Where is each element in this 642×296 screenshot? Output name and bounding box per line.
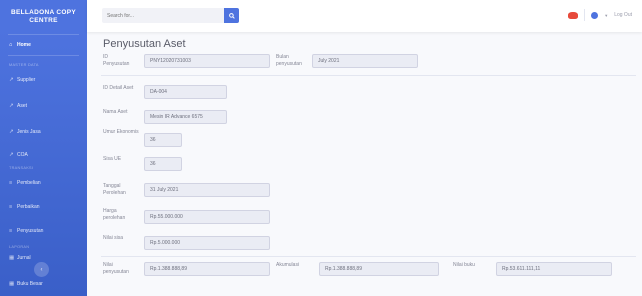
harga-perolehan-label: Harga perolehan: [103, 208, 126, 221]
akumulasi-label: Akumulasi: [276, 262, 300, 268]
notification-icon[interactable]: [568, 11, 579, 19]
section-divider: [101, 75, 636, 76]
sidebar-item-aset[interactable]: ↗ Aset: [0, 95, 87, 117]
harga-perolehan-field[interactable]: Rp.55.000.000: [144, 210, 270, 224]
sidebar-item-label: COA: [17, 152, 28, 158]
id-detail-aset-field[interactable]: DA-004: [144, 85, 227, 99]
sidebar-item-pembelian[interactable]: ≡ Pembelian: [0, 172, 87, 194]
sidebar-heading-master: MASTER DATA: [9, 62, 39, 67]
main-content: Penyusutan Aset ID Penyusutan PNY1202073…: [87, 32, 642, 296]
nilai-buku-label: Nilai buku: [453, 262, 475, 268]
list-icon: ≡: [9, 228, 13, 234]
sisa-ue-label: Sisa UE: [103, 156, 122, 162]
brand-title[interactable]: BELLADONA COPY CENTRE: [0, 0, 87, 34]
sidebar-item-label: Jenis Jasa: [17, 129, 41, 135]
sidebar-toggle-button[interactable]: ‹: [34, 262, 49, 277]
wrench-icon: ↗: [9, 77, 14, 83]
umur-ekonomis-field[interactable]: 36: [144, 133, 182, 147]
tanggal-perolehan-field[interactable]: 31 July 2021: [144, 183, 270, 197]
sidebar-divider: [8, 55, 79, 56]
sidebar-item-label: Supplier: [17, 77, 36, 83]
page-title: Penyusutan Aset: [103, 38, 186, 50]
table-icon: ▦: [9, 255, 15, 261]
section-divider: [101, 256, 636, 257]
sidebar-item-home[interactable]: ⌂ Home: [0, 35, 87, 55]
topbar-divider: [584, 9, 586, 21]
table-icon: ▦: [9, 281, 15, 287]
search-button[interactable]: [224, 8, 239, 23]
topbar-user-area: ▼ Log Out: [568, 9, 632, 21]
sidebar-item-label: Buku Besar: [17, 281, 43, 287]
list-icon: ≡: [9, 180, 13, 186]
sidebar: BELLADONA COPY CENTRE ⌂ Home MASTER DATA…: [0, 0, 87, 296]
chevron-left-icon: ‹: [40, 266, 43, 273]
list-icon: ≡: [9, 204, 13, 210]
topbar: ▼ Log Out: [87, 0, 642, 32]
wrench-icon: ↗: [9, 129, 14, 135]
user-avatar[interactable]: [591, 11, 599, 19]
sidebar-heading-transaksi: TRANSAKSI: [9, 165, 34, 170]
sidebar-item-coa[interactable]: ↗ COA: [0, 147, 87, 163]
id-penyusutan-label: ID Penyusutan: [103, 54, 130, 67]
sidebar-item-label: Jurnal: [17, 255, 31, 261]
sidebar-item-label: Pembelian: [17, 180, 41, 186]
id-detail-aset-label: ID Detail Aset: [103, 85, 134, 91]
sidebar-item-label: Home: [17, 42, 31, 48]
bulan-penyusutan-field[interactable]: July 2021: [312, 54, 418, 68]
home-icon: ⌂: [9, 42, 13, 48]
sidebar-item-label: Penyusutan: [17, 228, 44, 234]
sidebar-item-label: Perbaikan: [17, 204, 40, 210]
nilai-sisa-field[interactable]: Rp.5.000.000: [144, 236, 270, 250]
sidebar-item-label: Aset: [17, 103, 28, 109]
id-penyusutan-field[interactable]: PNY12020731003: [144, 54, 270, 68]
wrench-icon: ↗: [9, 152, 14, 158]
bulan-penyusutan-label: Bulan penyusutan: [276, 54, 302, 67]
tanggal-perolehan-label: Tanggal Perolehan: [103, 183, 126, 196]
wrench-icon: ↗: [9, 103, 14, 109]
search-input[interactable]: [102, 8, 224, 23]
nilai-penyusutan-field[interactable]: Rp.1.388.888,89: [144, 262, 270, 276]
sisa-ue-field[interactable]: 36: [144, 157, 182, 171]
caret-down-icon[interactable]: ▼: [604, 13, 608, 18]
nilai-sisa-label: Nilai sisa: [103, 235, 124, 241]
nama-aset-label: Nama Aset: [103, 109, 128, 115]
sidebar-item-penyusutan[interactable]: ≡ Penyusutan: [0, 220, 87, 242]
umur-ekonomis-label: Umur Ekonomis: [103, 129, 139, 135]
nilai-penyusutan-label: Nilai penyusutan: [103, 262, 129, 275]
nama-aset-field[interactable]: Mesin IR Advance 6575: [144, 110, 227, 124]
sidebar-item-perbaikan[interactable]: ≡ Perbaikan: [0, 196, 87, 218]
sidebar-item-jenis-jasa[interactable]: ↗ Jenis Jasa: [0, 121, 87, 143]
akumulasi-field[interactable]: Rp.1.388.888,89: [319, 262, 439, 276]
sidebar-item-supplier[interactable]: ↗ Supplier: [0, 69, 87, 91]
nilai-buku-field[interactable]: Rp.53.611.111,11: [496, 262, 612, 276]
logout-link[interactable]: Log Out: [614, 12, 632, 18]
sidebar-heading-laporan: LAPORAN: [9, 244, 30, 249]
search-icon: [228, 12, 235, 19]
